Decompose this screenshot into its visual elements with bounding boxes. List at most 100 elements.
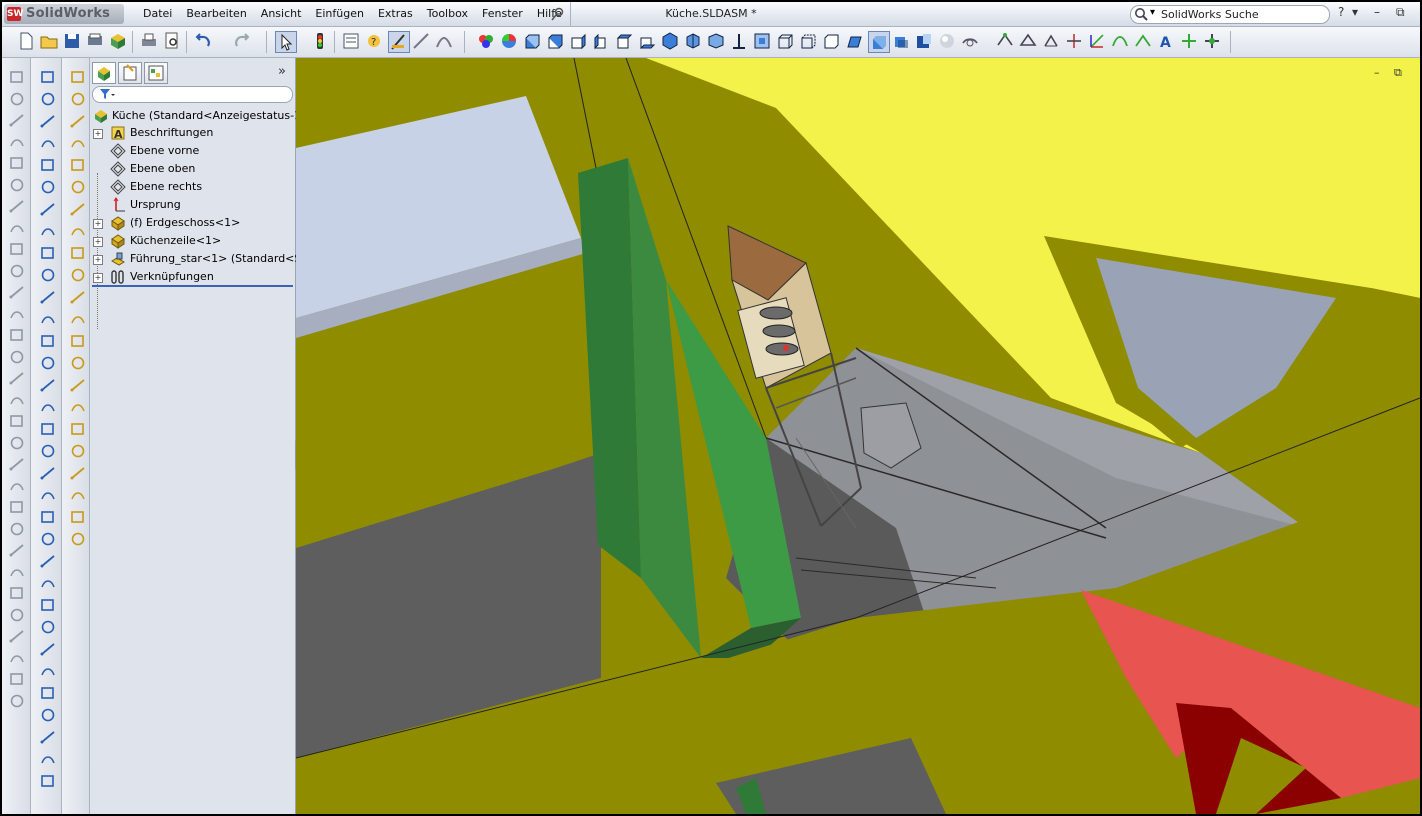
featuremanager-tab-icon[interactable] — [92, 62, 116, 84]
axes-visibility-icon[interactable] — [1041, 31, 1061, 51]
annotations-visibility-icon[interactable]: A — [1156, 31, 1176, 51]
insert-component-icon[interactable] — [69, 68, 87, 86]
new-part-icon[interactable] — [69, 90, 87, 108]
expand-toggle[interactable]: + — [93, 219, 103, 229]
view-trimetric-icon[interactable] — [683, 31, 703, 51]
flex-icon[interactable] — [8, 477, 26, 495]
measure-icon[interactable] — [411, 31, 431, 51]
save-icon[interactable] — [62, 31, 82, 51]
redo-icon[interactable] — [231, 31, 251, 51]
delete-body-icon[interactable] — [8, 606, 26, 624]
routing-points-icon[interactable] — [1202, 31, 1222, 51]
graphics-area[interactable]: – ⧉ — [296, 58, 1420, 814]
3-point-arc-icon[interactable] — [39, 310, 57, 328]
wrap-icon[interactable] — [8, 498, 26, 516]
spline-icon[interactable] — [39, 420, 57, 438]
realview-icon[interactable] — [937, 31, 957, 51]
centerpoint-arc-icon[interactable] — [39, 266, 57, 284]
revolved-boss-icon[interactable] — [8, 90, 26, 108]
filter-icon[interactable] — [99, 88, 115, 100]
rotate-component-icon[interactable] — [69, 244, 87, 262]
expand-panel-chevron-icon[interactable]: » — [278, 64, 286, 79]
tree-item-fuehrung-star[interactable]: Führung_star<1> (Standard<Sta — [130, 250, 312, 268]
assembly-options-icon[interactable] — [108, 31, 128, 51]
smart-dimension-icon[interactable] — [434, 31, 454, 51]
display-pane-icon[interactable] — [960, 31, 980, 51]
sketch-toggle-icon[interactable] — [388, 31, 410, 53]
tree-item-kuechenzeile[interactable]: Küchenzeile<1> — [130, 232, 221, 250]
move-copy-icon[interactable] — [8, 584, 26, 602]
sketch-relations-icon[interactable] — [995, 31, 1015, 51]
split-icon[interactable] — [8, 541, 26, 559]
pin-icon[interactable] — [551, 7, 565, 21]
swept-cut-icon[interactable] — [8, 219, 26, 237]
rib-icon[interactable] — [8, 305, 26, 323]
planes-visibility-icon[interactable] — [1018, 31, 1038, 51]
menu-bearbeiten[interactable]: Bearbeiten — [179, 2, 253, 26]
undo-icon[interactable] — [194, 31, 214, 51]
convert-entities-icon[interactable] — [39, 640, 57, 658]
blocks-icon[interactable] — [39, 750, 57, 768]
intersect-icon[interactable] — [8, 520, 26, 538]
tree-item-ebene-vorne[interactable]: Ebene vorne — [130, 142, 199, 160]
sketch-icon[interactable] — [39, 68, 57, 86]
help-dropdown-icon[interactable]: ▾ — [1352, 5, 1358, 19]
print-icon[interactable] — [139, 31, 159, 51]
rapid-sketch-icon[interactable] — [39, 706, 57, 724]
move-component-icon[interactable] — [69, 222, 87, 240]
chamfer-icon[interactable] — [8, 283, 26, 301]
hidden-lines-visible-icon[interactable] — [798, 31, 818, 51]
bill-of-materials-icon[interactable] — [69, 354, 87, 372]
reference-geometry-icon[interactable] — [69, 310, 87, 328]
color-wheel-icon[interactable] — [499, 31, 519, 51]
point-icon[interactable] — [39, 442, 57, 460]
add-relation-icon[interactable] — [39, 552, 57, 570]
single-view-icon[interactable] — [752, 31, 772, 51]
interference-detection-icon[interactable] — [69, 420, 87, 438]
polygon-icon[interactable] — [39, 222, 57, 240]
restore-button[interactable]: ⧉ — [1396, 5, 1405, 20]
solidworks-logo[interactable]: SW SolidWorks — [4, 4, 124, 24]
3d-sketch-icon[interactable] — [39, 90, 57, 108]
slot-icon[interactable] — [39, 244, 57, 262]
search-icon[interactable] — [1134, 7, 1148, 21]
search-dropdown-icon[interactable]: ▾ — [1150, 7, 1155, 18]
tree-item-ursprung[interactable]: Ursprung — [130, 196, 181, 214]
viewport-restore-button[interactable]: ⧉ — [1394, 66, 1402, 80]
copy-with-mates-icon[interactable] — [69, 134, 87, 152]
tree-root-kueche[interactable]: Küche (Standard<Anzeigestatus-1>) — [112, 107, 315, 125]
configurationmanager-tab-icon[interactable] — [144, 62, 168, 84]
tree-item-beschriftungen[interactable]: Beschriftungen — [130, 124, 213, 142]
view-right-icon[interactable] — [591, 31, 611, 51]
menu-einfuegen[interactable]: Einfügen — [308, 2, 371, 26]
rollback-bar[interactable] — [92, 285, 293, 287]
fillet-sketch-icon[interactable] — [39, 332, 57, 350]
open-folder-icon[interactable] — [39, 31, 59, 51]
feature-filter-input[interactable] — [92, 86, 293, 103]
rebuild-traffic-light-icon[interactable] — [310, 31, 330, 51]
line-icon[interactable] — [39, 134, 57, 152]
menu-fenster[interactable]: Fenster — [475, 2, 530, 26]
3d-model-viewport[interactable] — [296, 58, 1420, 814]
expand-toggle[interactable]: + — [93, 255, 103, 265]
view-back-icon[interactable] — [545, 31, 565, 51]
circle-icon[interactable] — [39, 200, 57, 218]
normal-to-icon[interactable] — [729, 31, 749, 51]
draft-icon[interactable] — [8, 348, 26, 366]
print-preview-icon[interactable] — [162, 31, 182, 51]
coordinate-systems-icon[interactable] — [1087, 31, 1107, 51]
menu-datei[interactable]: Datei — [136, 2, 179, 26]
dome-icon[interactable] — [8, 455, 26, 473]
smart-fasteners-icon[interactable] — [69, 200, 87, 218]
view-dimetric-icon[interactable] — [706, 31, 726, 51]
propertymanager-tab-icon[interactable] — [118, 62, 142, 84]
ellipse-icon[interactable] — [39, 398, 57, 416]
assembly-features-icon[interactable] — [69, 288, 87, 306]
new-motion-study-icon[interactable] — [69, 332, 87, 350]
curves-visibility-icon[interactable] — [1110, 31, 1130, 51]
options-icon[interactable]: ? — [364, 31, 384, 51]
menu-ansicht[interactable]: Ansicht — [254, 2, 309, 26]
new-assembly-icon[interactable] — [69, 112, 87, 130]
trim-icon[interactable] — [39, 486, 57, 504]
repair-sketch-icon[interactable] — [39, 596, 57, 614]
